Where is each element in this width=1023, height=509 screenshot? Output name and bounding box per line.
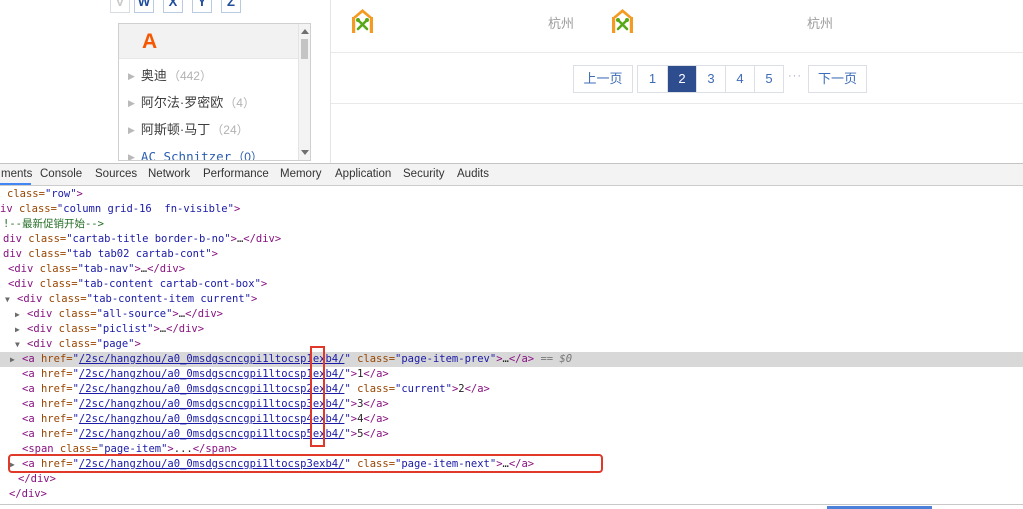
screenshot-root: VWXYZ A ▶奥迪（442）▶阿尔法·罗密欧（4）▶阿斯顿·马丁（24）▶A… <box>0 0 1023 509</box>
devtools-code-line[interactable]: ▶<div class="tab-nav">…</div> <box>0 262 1023 277</box>
page-number-group: 12345 <box>637 65 784 93</box>
annotation-box-next-link <box>8 454 603 473</box>
letter-button-Z[interactable]: Z <box>221 0 241 13</box>
devtools-tabbar: mentsConsoleSourcesNetworkPerformanceMem… <box>0 164 1023 186</box>
devtools-tab-audits[interactable]: Audits <box>457 164 489 186</box>
devtools-tab-network[interactable]: Network <box>148 164 190 186</box>
page-number-3[interactable]: 3 <box>696 66 725 92</box>
expand-arrow-icon: ▶ <box>128 98 135 108</box>
page-number-2[interactable]: 2 <box>667 66 696 92</box>
pagination-ellipsis: ··· <box>785 70 805 82</box>
collapse-arrow-icon[interactable]: ▼ <box>5 292 10 307</box>
devtools-tab-application[interactable]: Application <box>335 164 391 186</box>
scroll-down-icon[interactable] <box>301 150 309 155</box>
brand-list-item[interactable]: ▶ 阿尔法·罗密欧（4） <box>119 89 310 116</box>
brand-name: 奥迪 <box>141 68 167 83</box>
expand-arrow-icon: ▶ <box>128 71 135 81</box>
devtools-code-line[interactable]: class="row"> <box>0 187 1023 202</box>
brand-list-item[interactable]: ▶ AC Schnitzer（0） <box>119 143 310 161</box>
letter-button-W[interactable]: W <box>134 0 154 13</box>
letter-button-X[interactable]: X <box>163 0 183 13</box>
devtools-code-line[interactable]: div class="cartab-title border-b-no">…</… <box>0 232 1023 247</box>
brand-name: AC Schnitzer <box>141 149 231 161</box>
expand-arrow-icon[interactable]: ▶ <box>10 352 15 367</box>
city-label: 杭州 <box>807 16 833 32</box>
brand-count: （0） <box>232 150 263 161</box>
devtools-code-line[interactable]: ▶<div class="piclist">…</div> <box>0 322 1023 337</box>
page-number-4[interactable]: 4 <box>725 66 754 92</box>
letter-button-V: V <box>110 0 130 13</box>
devtools-code-line[interactable]: <a href="/2sc/hangzhou/a0_0msdgscncgpi1l… <box>0 412 1023 427</box>
devtools-code-line[interactable]: div class="tab tab02 cartab-cont"> <box>0 247 1023 262</box>
devtools-tab-memory[interactable]: Memory <box>280 164 322 186</box>
city-label: 杭州 <box>548 16 574 32</box>
brand-name: 阿斯顿·马丁 <box>141 122 210 137</box>
garage-icon <box>352 9 373 33</box>
devtools-code-line[interactable]: ▼<div class="page"> <box>0 337 1023 352</box>
devtools-code-line[interactable]: <a href="/2sc/hangzhou/a0_0msdgscncgpi1l… <box>0 427 1023 442</box>
collapse-arrow-icon[interactable]: ▼ <box>15 337 20 352</box>
devtools-code-line[interactable]: <a href="/2sc/hangzhou/a0_0msdgscncgpi1l… <box>0 367 1023 382</box>
devtools-code-line[interactable]: <a href="/2sc/hangzhou/a0_0msdgscncgpi1l… <box>0 397 1023 412</box>
webpage-area: VWXYZ A ▶奥迪（442）▶阿尔法·罗密欧（4）▶阿斯顿·马丁（24）▶A… <box>0 0 1023 163</box>
devtools-tab-security[interactable]: Security <box>403 164 445 186</box>
devtools-code-line[interactable]: ▶<div class="all-source">…</div> <box>0 307 1023 322</box>
annotation-box-page-digits <box>310 346 325 447</box>
brand-list: ▶ 奥迪（442） ▶ 阿尔法·罗密欧（4） ▶ 阿斯顿·马丁（24） ▶ AC Schnit… <box>119 59 310 161</box>
expand-arrow-icon[interactable]: ▶ <box>15 307 20 322</box>
brand-list-item[interactable]: ▶ 阿斯顿·马丁（24） <box>119 116 310 143</box>
letter-button-Y[interactable]: Y <box>192 0 212 13</box>
active-tab-underline <box>0 183 31 185</box>
letter-group-heading: A <box>142 30 157 54</box>
devtools-code-line[interactable]: ▼<div class="tab-content-item current"> <box>0 292 1023 307</box>
brand-count: （4） <box>224 96 255 110</box>
devtools-code-line[interactable]: </div> <box>0 472 1023 487</box>
prev-page-button[interactable]: 上一页 <box>573 65 633 93</box>
brand-count: （442） <box>168 69 212 83</box>
column-divider <box>330 0 331 163</box>
devtools-code-line[interactable]: ▼<div class="tab-content cartab-cont-box… <box>0 277 1023 292</box>
devtools-code-line[interactable]: </div> <box>0 487 1023 502</box>
horizontal-rule <box>331 52 1023 53</box>
horizontal-rule <box>331 103 1023 104</box>
devtools-code-line[interactable]: <a href="/2sc/hangzhou/a0_0msdgscncgpi1l… <box>0 382 1023 397</box>
page-number-1[interactable]: 1 <box>638 66 667 92</box>
brand-panel-header: A <box>119 24 310 59</box>
brand-name: 阿尔法·罗密欧 <box>141 95 223 110</box>
devtools-tab-performance[interactable]: Performance <box>203 164 269 186</box>
brand-dropdown-panel: A ▶ 奥迪（442） ▶ 阿尔法·罗密欧（4） ▶ 阿斯顿·马丁（24） ▶ AC Schn… <box>118 23 311 161</box>
devtools-tab-sources[interactable]: Sources <box>95 164 137 186</box>
brand-count: （24） <box>211 123 248 137</box>
brand-list-item[interactable]: ▶ 奥迪（442） <box>119 62 310 89</box>
devtools-code-line[interactable]: iv class="column grid-16 fn-visible"> <box>0 202 1023 217</box>
devtools-tab-console[interactable]: Console <box>40 164 82 186</box>
panel-scrollbar[interactable] <box>298 24 310 160</box>
expand-arrow-icon: ▶ <box>128 152 135 161</box>
scrollbar-thumb[interactable] <box>301 39 308 59</box>
scroll-up-icon[interactable] <box>301 29 309 34</box>
expand-arrow-icon: ▶ <box>128 125 135 135</box>
expand-arrow-icon[interactable]: ▶ <box>15 322 20 337</box>
page-number-5[interactable]: 5 <box>754 66 783 92</box>
garage-icon <box>612 9 633 33</box>
next-page-button[interactable]: 下一页 <box>808 65 867 93</box>
horizontal-scrollbar[interactable] <box>0 504 1023 509</box>
devtools-code-line[interactable]: !--最新促销开始--> <box>0 217 1023 232</box>
devtools-code-line[interactable]: ▶<a href="/2sc/hangzhou/a0_0msdgscncgpi1… <box>0 352 1023 367</box>
